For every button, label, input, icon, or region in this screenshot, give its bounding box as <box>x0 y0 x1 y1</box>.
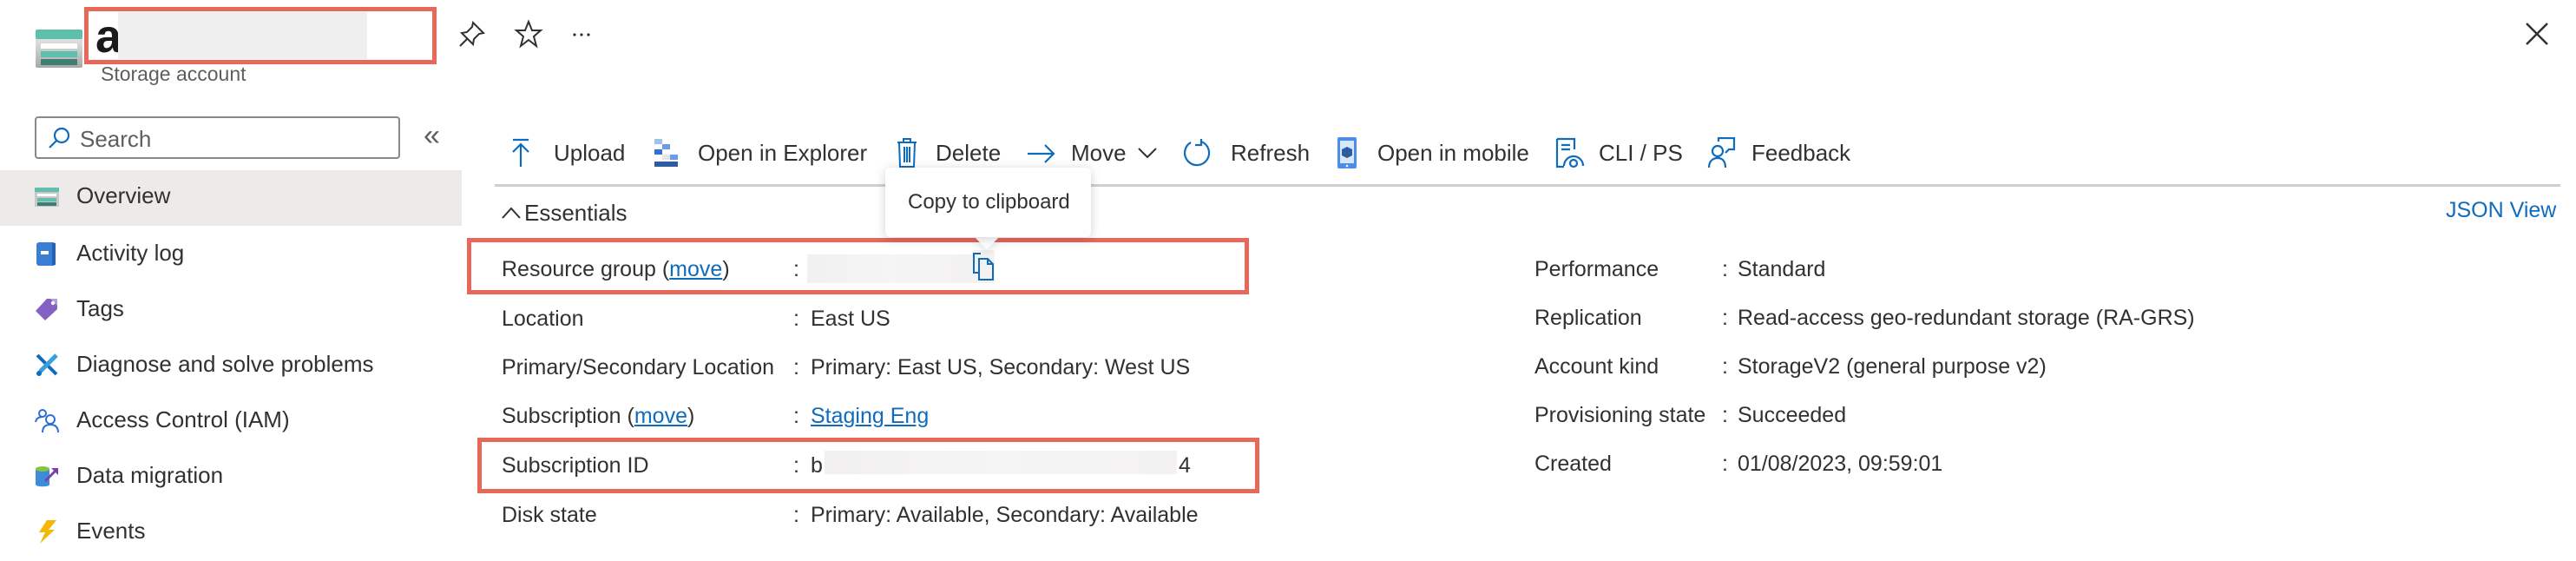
separator-colon: : <box>1722 354 1728 379</box>
activity-log-icon <box>36 242 56 266</box>
delete-label: Delete <box>936 140 1002 166</box>
cli-ps-label: CLI / PS <box>1599 140 1683 166</box>
open-in-explorer-button[interactable]: Open in Explorer <box>653 134 870 175</box>
sidebar-item-overview[interactable]: Overview <box>0 170 462 226</box>
feedback-label: Feedback <box>1751 140 1851 166</box>
disk-state-value: Primary: Available, Secondary: Available <box>811 503 1199 527</box>
separator-colon: : <box>1722 257 1728 281</box>
cli-ps-button[interactable]: CLI / PS <box>1554 134 1692 175</box>
sidebar-item-label: Access Control (IAM) <box>76 406 290 432</box>
refresh-button[interactable]: Refresh <box>1182 134 1312 175</box>
account-kind-label: Account kind <box>1534 354 1659 379</box>
location-label: Location <box>502 307 584 331</box>
sidebar-search[interactable] <box>35 116 400 159</box>
subscription-id-highlight-box <box>477 438 1259 493</box>
primary-secondary-location-value: Primary: East US, Secondary: West US <box>811 355 1191 380</box>
move-subscription-link[interactable]: move <box>634 404 687 428</box>
sidebar-item-diagnose[interactable]: Diagnose and solve problems <box>0 339 462 394</box>
upload-button[interactable]: Upload <box>509 134 630 175</box>
separator-colon: : <box>793 307 799 331</box>
people-icon <box>35 409 59 432</box>
label-text: Subscription <box>502 404 621 428</box>
move-label: Move <box>1071 140 1127 166</box>
separator-colon: : <box>793 355 799 380</box>
toolbar-divider <box>495 184 2560 187</box>
provisioning-state-value: Succeeded <box>1738 403 1847 427</box>
sidebar-item-label: Activity log <box>76 240 185 266</box>
chevron-up-icon <box>502 207 521 219</box>
cli-icon <box>1555 137 1585 168</box>
sidebar-item-tags[interactable]: Tags <box>0 283 462 339</box>
feedback-button[interactable]: Feedback <box>1706 134 1863 175</box>
upload-label: Upload <box>554 140 626 166</box>
disk-state-label: Disk state <box>502 503 597 527</box>
storage-explorer-icon <box>654 139 678 167</box>
more-icon[interactable] <box>569 19 599 49</box>
separator-colon: : <box>1722 403 1728 427</box>
data-migration-icon <box>36 466 59 487</box>
performance-value: Standard <box>1738 257 1826 281</box>
sidebar-item-label: Diagnose and solve problems <box>76 351 374 377</box>
sidebar-item-events[interactable]: Events <box>0 505 462 561</box>
copy-tooltip: Copy to clipboard <box>885 168 1091 237</box>
created-value: 01/08/2023, 09:59:01 <box>1738 452 1943 476</box>
sidebar-item-label: Overview <box>76 182 171 208</box>
upload-icon <box>512 138 529 167</box>
storage-account-icon <box>36 30 82 68</box>
separator-colon: : <box>793 503 799 527</box>
overview-icon <box>35 188 59 207</box>
resource-type-label: Storage account <box>101 63 246 85</box>
search-input[interactable] <box>78 123 385 155</box>
sidebar-item-access-control[interactable]: Access Control (IAM) <box>0 394 462 450</box>
subscription-label: Subscription (move) <box>502 404 695 428</box>
primary-secondary-location-label: Primary/Secondary Location <box>502 355 775 380</box>
account-kind-value: StorageV2 (general purpose v2) <box>1738 354 2047 379</box>
separator-colon: : <box>1722 306 1728 330</box>
tag-icon <box>36 299 57 320</box>
resource-group-highlight-box <box>467 238 1249 294</box>
open-in-mobile-button[interactable]: Open in mobile <box>1332 134 1541 175</box>
provisioning-state-label: Provisioning state <box>1534 403 1706 427</box>
arrow-right-icon <box>1028 144 1055 163</box>
created-label: Created <box>1534 452 1612 476</box>
subscription-link[interactable]: Staging Eng <box>811 404 929 429</box>
sidebar-item-label: Tags <box>76 295 124 321</box>
trash-icon <box>897 138 917 168</box>
refresh-label: Refresh <box>1231 140 1311 166</box>
separator-colon: : <box>793 404 799 428</box>
search-icon <box>49 127 70 148</box>
feedback-icon <box>1707 137 1736 168</box>
sidebar-item-activity-log[interactable]: Activity log <box>0 228 462 283</box>
chevron-down-icon <box>1138 148 1157 159</box>
replication-value: Read-access geo-redundant storage (RA-GR… <box>1738 306 2195 330</box>
mobile-icon <box>1337 137 1357 168</box>
essentials-label: Essentials <box>524 200 628 226</box>
performance-label: Performance <box>1534 257 1659 281</box>
tooltip-text: Copy to clipboard <box>908 190 1070 214</box>
open-in-explorer-label: Open in Explorer <box>698 140 868 166</box>
title-highlight-box <box>84 7 437 64</box>
refresh-icon <box>1183 139 1211 167</box>
separator-colon: : <box>1722 452 1728 476</box>
lightning-icon <box>39 520 56 544</box>
close-icon[interactable] <box>2524 21 2553 50</box>
sidebar-item-data-migration[interactable]: Data migration <box>0 450 462 505</box>
json-view-link[interactable]: JSON View <box>2446 198 2556 223</box>
pin-icon[interactable] <box>457 19 487 49</box>
location-value: East US <box>811 307 890 331</box>
wrench-icon <box>36 353 58 376</box>
star-icon[interactable] <box>514 19 543 49</box>
sidebar-item-label: Events <box>76 518 146 544</box>
replication-label: Replication <box>1534 306 1642 330</box>
sidebar-item-label: Data migration <box>76 462 224 488</box>
open-in-mobile-label: Open in mobile <box>1377 140 1529 166</box>
collapse-sidebar-button[interactable]: « <box>424 118 440 153</box>
